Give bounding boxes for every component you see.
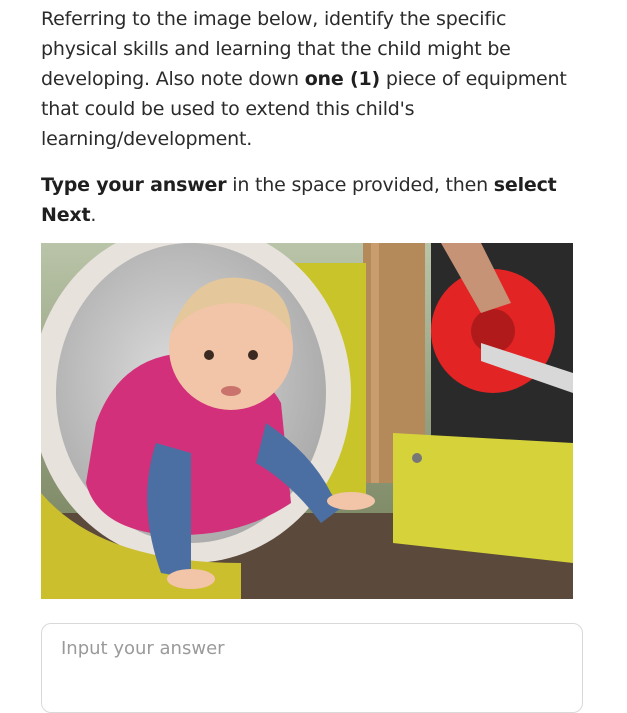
instruction-part-2: .	[90, 204, 97, 226]
question-emphasis: one (1)	[304, 68, 380, 90]
instruction-text: Type your answer in the space provided, …	[41, 170, 581, 230]
instruction-emphasis-type: Type your answer	[41, 174, 227, 196]
photo-illustration	[41, 243, 573, 599]
answer-input[interactable]	[42, 624, 582, 712]
question-text: Referring to the image below, identify t…	[41, 4, 581, 154]
instruction-part-1: in the space provided, then	[226, 174, 494, 196]
child-playground-photo	[41, 243, 573, 599]
